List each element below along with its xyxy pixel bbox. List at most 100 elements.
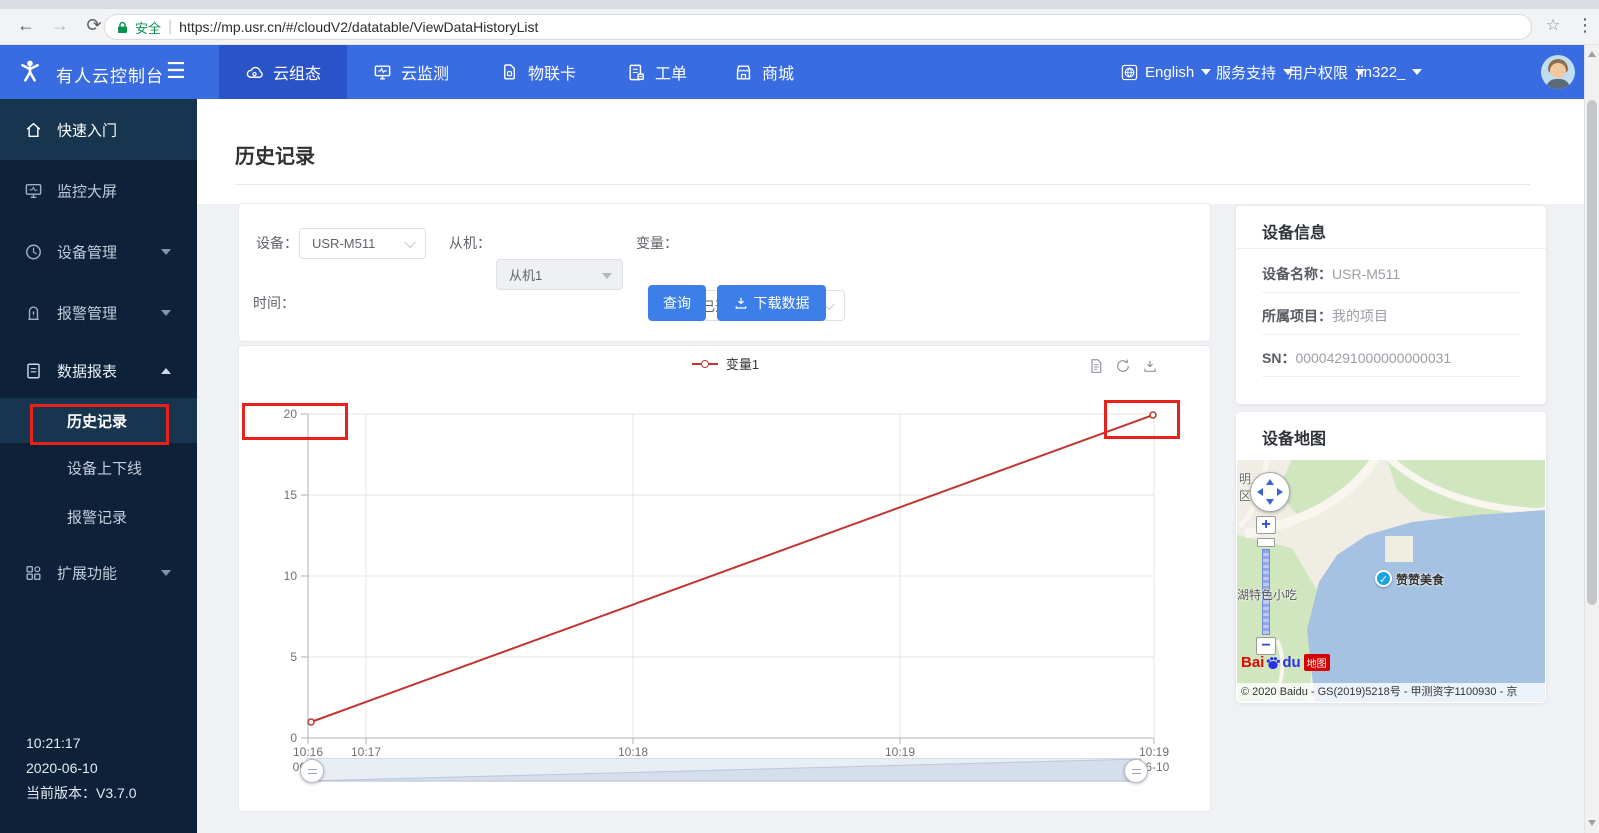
tab-mall[interactable]: 商城	[716, 45, 812, 99]
datazoom-handle-right[interactable]	[1124, 759, 1148, 783]
scrollbar[interactable]	[1584, 45, 1599, 833]
divider	[1262, 376, 1520, 377]
url-text: https://mp.usr.cn/#/cloudV2/datatable/Vi…	[179, 19, 538, 35]
poi-marker-icon[interactable]: ✓	[1375, 570, 1392, 587]
download-data-button[interactable]: 下载数据	[717, 285, 826, 321]
tab-label: 商城	[762, 60, 794, 84]
map-zoom-out-button[interactable]: −	[1256, 637, 1276, 655]
annotation-box-sidebar	[30, 404, 169, 445]
tab-label: 云组态	[273, 60, 321, 84]
map-zoom-knob[interactable]	[1257, 538, 1275, 547]
title-divider	[235, 184, 1530, 185]
permission-menu[interactable]: 用户权限	[1288, 45, 1365, 99]
brand-logo-icon	[16, 58, 44, 91]
avatar[interactable]	[1541, 55, 1575, 89]
forward-icon[interactable]: →	[48, 14, 72, 36]
sidebar: 快速入门 监控大屏 设备管理 报警管理 数据报表	[0, 99, 197, 833]
sidebar-item-alarm-mgmt[interactable]: 报警管理	[0, 282, 197, 343]
support-menu[interactable]: 服务支持	[1216, 45, 1293, 99]
tab-work-order[interactable]: 工单	[604, 45, 710, 99]
map-zoom-in-button[interactable]: +	[1256, 516, 1276, 534]
datazoom-slider[interactable]	[306, 758, 1142, 782]
chevron-down-icon	[602, 273, 612, 279]
series-line	[308, 412, 1156, 725]
device-filter-label: 设备：	[256, 228, 298, 259]
line-chart	[239, 346, 1212, 813]
collapse-menu-icon[interactable]: ☰	[166, 58, 186, 84]
current-time: 10:21:17	[26, 731, 136, 756]
sidebar-subitem-label: 报警记录	[67, 506, 127, 527]
poi-label: 赞赞美食	[1396, 571, 1444, 588]
user-menu[interactable]: jin322_	[1357, 45, 1422, 99]
sidebar-item-monitor-screen[interactable]: 监控大屏	[0, 160, 197, 221]
brand-title: 有人云控制台	[56, 62, 164, 87]
chevron-down-icon	[1412, 69, 1422, 75]
language-switcher[interactable]: English	[1121, 45, 1211, 99]
storefront-icon	[734, 63, 753, 82]
query-button[interactable]: 查询	[648, 285, 706, 321]
datazoom-handle-left[interactable]	[300, 759, 324, 783]
slave-filter-label: 从机：	[449, 228, 491, 259]
map-attribution: © 2020 Baidu - GS(2019)5218号 - 甲测资字11009…	[1237, 683, 1545, 702]
y-tick: 10	[255, 568, 297, 584]
sidebar-subitem-device-updown[interactable]: 设备上下线	[0, 443, 197, 492]
sidebar-item-label: 扩展功能	[57, 563, 117, 584]
baidu-map[interactable]: 明 区 + − ✓ 赞赞美食 湖特色小吃 Bai	[1237, 460, 1545, 702]
sidebar-item-device-mgmt[interactable]: 设备管理	[0, 221, 197, 282]
datazoom-shadow	[307, 759, 1141, 781]
device-select[interactable]: USR-M511	[299, 228, 426, 259]
avatar-body	[1546, 79, 1570, 89]
tab-label: 工单	[655, 60, 687, 84]
tab-cloud-monitor[interactable]: 云监测	[352, 45, 470, 99]
divider	[1236, 248, 1546, 249]
chart-panel: 变量1	[238, 345, 1211, 812]
screen-icon	[24, 181, 43, 200]
username-label: jin322_	[1357, 64, 1405, 81]
filter-panel: 设备： USR-M511 从机： 从机1 变量： 已选择1个变量 时间： 202…	[238, 203, 1211, 342]
secure-label: 安全	[135, 18, 161, 37]
device-map-card: 设备地图 明 区	[1236, 412, 1546, 703]
sidebar-item-data-report[interactable]: 数据报表	[0, 343, 197, 398]
back-icon[interactable]: ←	[14, 14, 38, 36]
work-order-icon	[627, 63, 646, 82]
browser-menu-icon[interactable]: ⋮	[1575, 14, 1595, 36]
tab-label: 物联卡	[528, 60, 576, 84]
language-label: English	[1145, 64, 1194, 81]
refresh-icon[interactable]: ⟳	[82, 14, 106, 36]
slave-select-value: 从机1	[509, 265, 542, 284]
scrollbar-thumb[interactable]	[1587, 100, 1597, 605]
chevron-down-icon	[404, 236, 415, 247]
address-bar[interactable]: 安全 | https://mp.usr.cn/#/cloudV2/datatab…	[104, 14, 1532, 40]
map-area-label: 湖特色小吃	[1237, 586, 1297, 603]
cloud-icon	[245, 63, 264, 82]
project-row: 所属项目：我的项目	[1262, 298, 1526, 334]
scrollbar-down-arrow[interactable]	[1588, 820, 1596, 826]
sidebar-subitem-label: 设备上下线	[67, 457, 142, 478]
sidebar-item-label: 设备管理	[57, 241, 117, 262]
top-navbar: 有人云控制台 ☰ 云组态 云监测 物联卡 工单	[0, 45, 1599, 99]
bookmark-star-icon[interactable]: ☆	[1542, 15, 1564, 37]
annotation-box-datapoint	[1104, 400, 1180, 439]
chevron-up-icon	[161, 368, 171, 374]
browser-toolbar: ← → ⟳ 安全 | https://mp.usr.cn/#/cloudV2/d…	[0, 9, 1599, 45]
sidebar-footer: 10:21:17 2020-06-10 当前版本：V3.7.0	[26, 731, 136, 806]
tab-iot-card[interactable]: 物联卡	[478, 45, 598, 99]
browser-tab-strip	[0, 0, 1599, 9]
slave-select[interactable]: 从机1	[496, 259, 623, 290]
report-icon	[24, 361, 43, 380]
variable-filter-label: 变量：	[636, 228, 678, 259]
tab-cloud-scada[interactable]: 云组态	[219, 45, 347, 99]
support-label: 服务支持	[1216, 62, 1276, 83]
chevron-down-icon	[161, 310, 171, 316]
sidebar-item-quickstart[interactable]: 快速入门	[0, 99, 197, 160]
sidebar-item-extensions[interactable]: 扩展功能	[0, 541, 197, 605]
time-filter-label: 时间：	[253, 285, 295, 321]
sidebar-item-label: 数据报表	[57, 360, 117, 381]
download-button-label: 下载数据	[754, 293, 810, 313]
lock-icon	[117, 21, 128, 34]
map-pan-control[interactable]	[1250, 472, 1290, 512]
sidebar-subitem-alarm-record[interactable]: 报警记录	[0, 492, 197, 541]
chevron-down-icon	[1201, 69, 1211, 75]
pan-right-arrow	[1277, 488, 1283, 496]
scrollbar-up-arrow[interactable]	[1588, 51, 1596, 57]
